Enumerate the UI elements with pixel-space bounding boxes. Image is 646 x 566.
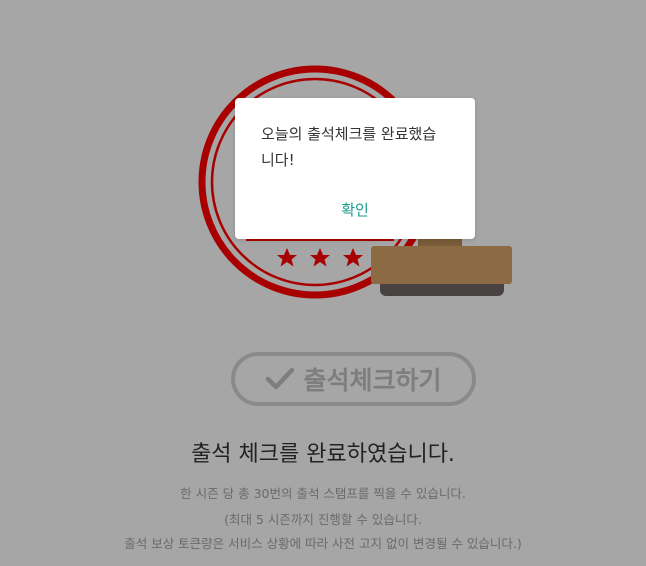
dialog-message-line: 니다! [261,151,295,169]
info-line: (최대 5 시즌까지 진행할 수 있습니다. [224,512,422,527]
check-icon [265,366,295,392]
checkin-button-label: 출석체크하기 [303,366,442,395]
confirm-button[interactable]: 확인 [235,199,475,220]
dialog-message-line: 오늘의 출석체크를 완료했습 [261,125,437,143]
info-line: 출석 보상 토큰량은 서비스 상황에 따라 사전 고지 없이 변경될 수 있습니… [124,536,522,551]
checkin-button[interactable]: 출석체크하기 [231,352,476,406]
dialog-message: 오늘의 출석체크를 완료했습 니다! [261,121,461,173]
completion-title: 출석 체크를 완료하였습니다. [191,442,455,467]
stamp-icon [371,236,512,296]
info-line: 한 시즌 당 총 30번의 출석 스탬프를 찍을 수 있습니다. [180,486,466,501]
alert-dialog: 오늘의 출석체크를 완료했습 니다! 확인 [235,98,475,239]
